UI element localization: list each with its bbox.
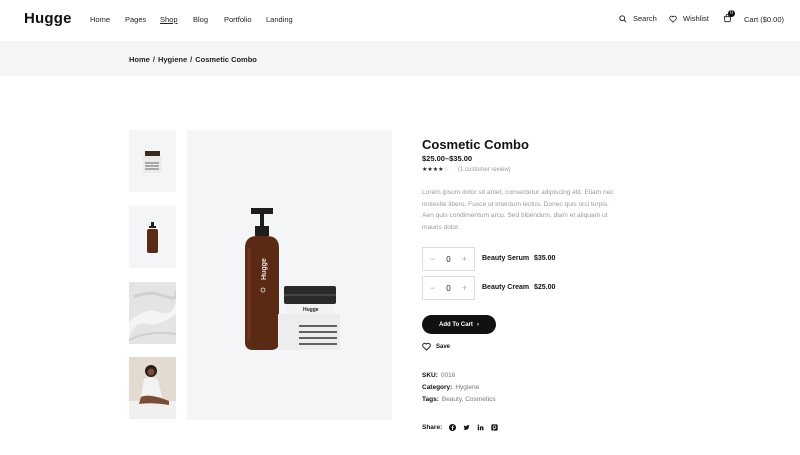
product-description: Lorem ipsum dolor sit amet, consectetur … (422, 189, 614, 231)
category-label: Category: (422, 384, 453, 391)
site-header: Hugge Home Pages Shop Blog Portfolio Lan… (0, 0, 800, 41)
nav-item-blog[interactable]: Blog (193, 15, 208, 24)
nav-item-portfolio[interactable]: Portfolio (224, 15, 252, 24)
nav-item-shop[interactable]: Shop (160, 15, 178, 24)
product-main-image[interactable]: Hugge Hugge (187, 130, 392, 420)
cart-label: Cart ($0.00) (744, 15, 785, 24)
search-link[interactable]: Search (619, 14, 657, 23)
rating-stars: ★★★★☆ (422, 166, 449, 173)
quantity-value[interactable]: 0 (446, 284, 450, 293)
chevron-right-icon: › (476, 321, 479, 328)
quantity-stepper-serum: − 0 + (422, 247, 475, 271)
item-name-serum[interactable]: Beauty Serum (482, 255, 529, 262)
item-price-cream: $25.00 (534, 284, 556, 291)
tags-links[interactable]: Beauty, Cosmetics (442, 396, 496, 403)
thumbnail-texture-image (129, 282, 176, 344)
cart-icon-wrap: 0 (723, 10, 738, 25)
breadcrumb-separator: / (190, 55, 193, 64)
category-link[interactable]: Hygiene (455, 384, 479, 391)
decrement-button[interactable]: − (430, 254, 435, 264)
save-label: Save (436, 343, 451, 350)
nav-item-home[interactable]: Home (90, 15, 110, 24)
tags-row: Tags: Beauty, Cosmetics (422, 396, 496, 403)
share-label: Share: (422, 423, 443, 431)
product-photo: Hugge Hugge (245, 208, 340, 350)
review-count-link[interactable]: (1 customer review) (458, 167, 511, 173)
nav-item-pages[interactable]: Pages (125, 15, 146, 24)
tags-label: Tags: (422, 396, 439, 403)
breadcrumb-current: Cosmetic Combo (195, 55, 257, 64)
search-label: Search (633, 14, 657, 23)
facebook-icon[interactable] (448, 423, 456, 431)
increment-button[interactable]: + (462, 283, 467, 293)
star-empty-icon: ☆ (443, 167, 449, 173)
thumbnail-combo-image (143, 151, 162, 173)
quantity-stepper-cream: − 0 + (422, 276, 475, 300)
nav-item-landing[interactable]: Landing (266, 15, 293, 24)
heart-icon (422, 342, 431, 351)
add-to-cart-button[interactable]: Add To Cart › (422, 315, 496, 334)
sku-value: 0016 (440, 372, 456, 379)
breadcrumb-hygiene[interactable]: Hygiene (158, 55, 187, 64)
add-to-cart-label: Add To Cart (439, 321, 473, 328)
heart-icon (669, 15, 677, 23)
decrement-button[interactable]: − (430, 283, 435, 293)
quantity-value[interactable]: 0 (446, 255, 450, 264)
linkedin-icon[interactable] (476, 423, 484, 431)
pinterest-icon[interactable] (490, 423, 498, 431)
product-title: Cosmetic Combo (422, 137, 529, 152)
wishlist-link[interactable]: Wishlist (669, 14, 709, 23)
item-name-cream[interactable]: Beauty Cream (482, 284, 529, 291)
breadcrumb-bar: Home / Hygiene / Cosmetic Combo (0, 41, 800, 76)
save-button[interactable]: Save (422, 342, 450, 351)
bottle-brand-text: Hugge (261, 258, 268, 280)
cart-link[interactable]: 0 Cart ($0.00) (723, 10, 785, 25)
breadcrumb-separator: / (152, 55, 155, 64)
search-icon (619, 14, 627, 23)
wishlist-label: Wishlist (683, 14, 709, 23)
share-row: Share: (422, 423, 498, 431)
breadcrumb-home[interactable]: Home (129, 55, 150, 64)
thumbnail-model[interactable] (129, 357, 176, 419)
item-price-serum: $35.00 (534, 255, 556, 262)
thumbnail-model-image (129, 357, 176, 419)
sku-label: SKU: (422, 372, 438, 379)
increment-button[interactable]: + (462, 254, 467, 264)
sku-row: SKU: 0016 (422, 372, 455, 379)
category-row: Category: Hygiene (422, 384, 479, 391)
jar-brand-text: Hugge (303, 307, 319, 313)
thumbnail-combo[interactable] (129, 130, 176, 192)
thumbnail-cream-texture[interactable] (129, 282, 176, 344)
twitter-icon[interactable] (462, 423, 470, 431)
thumbnail-bottle-image (147, 222, 158, 253)
product-price-range: $25.00–$35.00 (422, 154, 473, 163)
thumbnail-bottle[interactable] (129, 206, 176, 268)
breadcrumb: Home / Hygiene / Cosmetic Combo (129, 55, 257, 64)
site-logo[interactable]: Hugge (24, 10, 72, 27)
cart-count-badge: 0 (728, 10, 735, 17)
